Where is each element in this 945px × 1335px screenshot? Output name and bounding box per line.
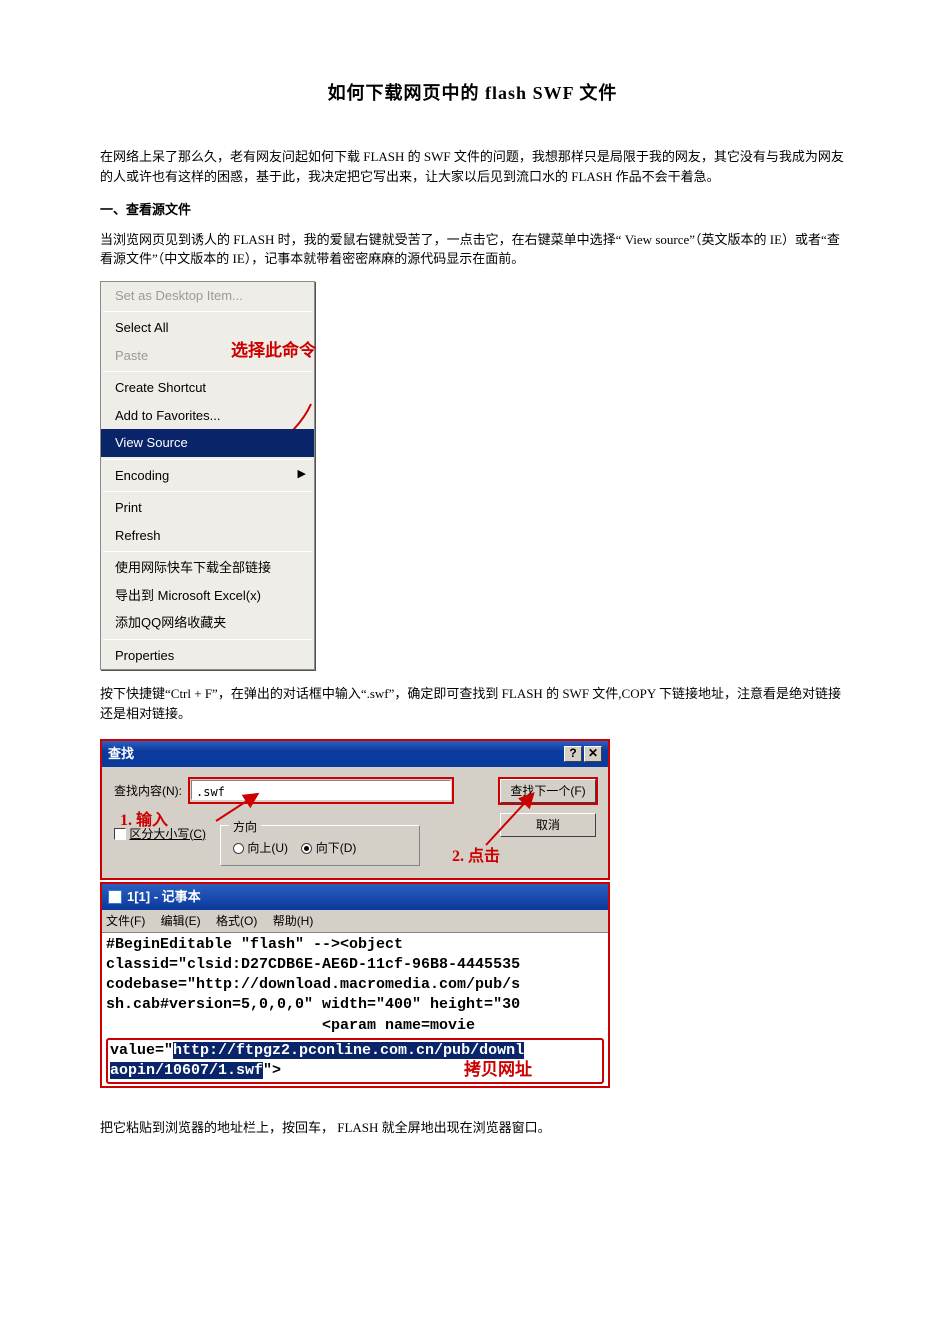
selected-url-part1: http://ftpgz2.pconline.com.cn/pub/downl (173, 1042, 524, 1059)
find-dialog-title: 查找 (108, 744, 134, 764)
separator (103, 459, 312, 460)
ctx-encoding[interactable]: Encoding ▶ (101, 462, 314, 490)
menu-format[interactable]: 格式(O) (216, 914, 257, 928)
direction-up-radio[interactable] (233, 843, 244, 854)
direction-up-label: 向上(U) (247, 841, 288, 855)
find-dialog: 查找 ? ✕ 查找内容(N): .swf 查找下一个(F) 1. 输入 (100, 739, 610, 880)
direction-label: 方向 (229, 818, 261, 836)
separator (103, 551, 312, 552)
selected-url-part2: aopin/10607/1.swf (110, 1062, 263, 1079)
notepad-icon (108, 890, 122, 904)
annotation-choose-command: 选择此命令 (231, 338, 316, 364)
section-heading-1: 一、查看源文件 (100, 200, 845, 220)
code-prefix: value=" (110, 1042, 173, 1059)
code-line: codebase="http://download.macromedia.com… (106, 976, 520, 993)
code-line: #BeginEditable "flash" --><object (106, 936, 403, 953)
ctx-add-favorites-label: Add to Favorites... (115, 408, 221, 423)
separator (103, 311, 312, 312)
code-line: sh.cab#version=5,0,0,0" width="400" heig… (106, 996, 520, 1013)
direction-groupbox: 方向 向上(U) 向下(D) (220, 825, 420, 867)
close-button[interactable]: ✕ (584, 746, 602, 762)
find-input-highlight: .swf (188, 777, 454, 805)
ctx-flashget-download[interactable]: 使用网际快车下载全部链接 (101, 554, 314, 582)
paragraph-intro: 在网络上呆了那么久，老有网友问起如何下载 FLASH 的 SWF 文件的问题，我… (100, 147, 845, 186)
annotation-copy-url: 拷贝网址 (464, 1059, 532, 1082)
paragraph-paste-url: 把它粘贴到浏览器的地址栏上，按回车， FLASH 就全屏地出现在浏览器窗口。 (100, 1118, 845, 1138)
notepad-menubar: 文件(F) 编辑(E) 格式(O) 帮助(H) (102, 910, 608, 933)
ctx-print[interactable]: Print (101, 494, 314, 522)
direction-down-radio[interactable] (301, 843, 312, 854)
menu-file[interactable]: 文件(F) (106, 914, 145, 928)
notepad-window: 1[1] - 记事本 文件(F) 编辑(E) 格式(O) 帮助(H) #Begi… (100, 882, 610, 1088)
help-button[interactable]: ? (564, 746, 582, 762)
notepad-title: 1[1] - 记事本 (127, 887, 201, 907)
separator (103, 371, 312, 372)
paragraph-ctrl-f: 按下快捷键“Ctrl + F”，在弹出的对话框中输入“.swf”，确定即可查找到… (100, 684, 845, 723)
annotation-click: 2. 点击 (452, 845, 500, 869)
annotation-input: 1. 输入 (120, 809, 168, 833)
document-title: 如何下载网页中的 flash SWF 文件 (100, 80, 845, 107)
ctx-export-excel[interactable]: 导出到 Microsoft Excel(x) (101, 582, 314, 610)
menu-edit[interactable]: 编辑(E) (161, 914, 201, 928)
ctx-paste-label: Paste (115, 348, 148, 363)
ctx-view-source[interactable]: View Source (101, 429, 314, 457)
ctx-create-shortcut-label: Create Shortcut (115, 380, 206, 395)
separator (103, 491, 312, 492)
submenu-arrow-icon: ▶ (298, 466, 306, 483)
code-line: <param name=movie (106, 1017, 475, 1034)
notepad-body[interactable]: #BeginEditable "flash" --><object classi… (102, 933, 608, 1087)
separator (103, 639, 312, 640)
ctx-encoding-label: Encoding (115, 468, 169, 483)
find-label: 查找内容(N): (114, 782, 182, 800)
ctx-properties[interactable]: Properties (101, 642, 314, 670)
context-menu: Set as Desktop Item... Select All Paste … (100, 281, 315, 671)
paragraph-view-source: 当浏览网页见到诱人的 FLASH 时，我的爱鼠右键就受苦了，一点击它，在右键菜单… (100, 230, 845, 269)
ctx-add-favorites[interactable]: Add to Favorites... (101, 402, 314, 430)
find-dialog-titlebar: 查找 ? ✕ (102, 741, 608, 767)
direction-down-label: 向下(D) (316, 841, 357, 855)
highlighted-url-row: value="http://ftpgz2.pconline.com.cn/pub… (106, 1038, 604, 1085)
menu-help[interactable]: 帮助(H) (273, 914, 314, 928)
ctx-paste[interactable]: Paste 选择此命令 (101, 342, 314, 370)
notepad-titlebar: 1[1] - 记事本 (102, 884, 608, 910)
ctx-refresh[interactable]: Refresh (101, 522, 314, 550)
find-input[interactable]: .swf (191, 780, 451, 800)
ctx-set-desktop[interactable]: Set as Desktop Item... (101, 282, 314, 310)
ctx-create-shortcut[interactable]: Create Shortcut (101, 374, 314, 402)
code-line: classid="clsid:D27CDB6E-AE6D-11cf-96B8-4… (106, 956, 520, 973)
code-suffix: "> (263, 1062, 281, 1079)
ctx-select-all-label: Select All (115, 320, 168, 335)
ctx-add-qq-bookmark[interactable]: 添加QQ网络收藏夹 (101, 609, 314, 637)
